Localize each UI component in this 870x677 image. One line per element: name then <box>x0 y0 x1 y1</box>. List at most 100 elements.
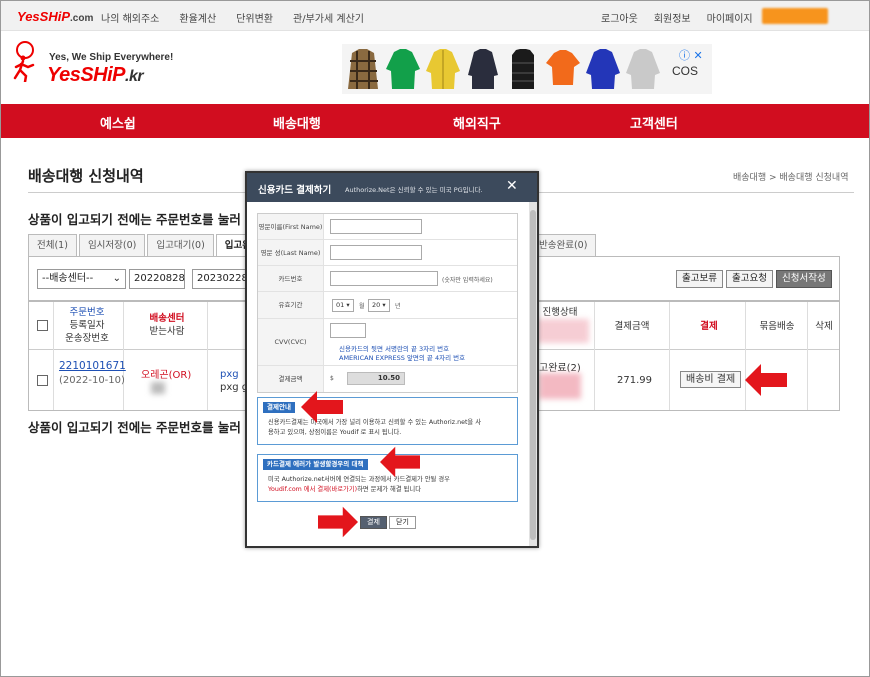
header-delete: 삭제 <box>815 321 833 332</box>
first-name-label: 영문이름(First Name) <box>258 214 324 239</box>
error-info-text-1: 미국 Authorize.net서버에 연결되는 과정에서 카드결제가 안될 경… <box>268 476 450 483</box>
status-blurred <box>537 319 589 343</box>
amount-value: 10.50 <box>347 372 405 385</box>
breadcrumb: 배송대행 > 배송대행 신청내역 <box>733 173 849 183</box>
ad-brand: COS <box>672 64 699 78</box>
center-select[interactable]: --배송센터-- ⌄ <box>37 269 126 289</box>
runner-logo-icon <box>13 41 35 82</box>
mypage-link[interactable]: 마이페이지 <box>707 10 753 25</box>
ad-blue-sweater-icon <box>586 49 620 89</box>
youdif-link[interactable]: Youdif.com 에서 결제(바로가기) <box>268 486 357 493</box>
header-date: 등록일자 <box>69 320 105 331</box>
write-application-button[interactable]: 신청서작성 <box>776 270 832 288</box>
arrow-left-icon <box>745 364 787 396</box>
top-nav-exchange[interactable]: 환율계산 <box>179 10 216 25</box>
year-select[interactable]: 20 ▾ <box>368 299 390 312</box>
request-shipment-button[interactable]: 출고요청 <box>726 270 773 288</box>
modal-scrollbar[interactable] <box>529 202 537 546</box>
top-nav-address[interactable]: 나의 해외주소 <box>101 10 159 25</box>
ad-grey-sweater-icon <box>626 49 660 89</box>
cvv-label: CVV(CVC) <box>258 319 324 365</box>
nav-direct-purchase[interactable]: 해외직구 <box>453 113 501 132</box>
currency: $ <box>330 375 334 382</box>
tab-all[interactable]: 전체(1) <box>28 234 77 256</box>
order-date: (2022-10-10) <box>59 375 125 386</box>
member-info-link[interactable]: 회원정보 <box>654 10 691 25</box>
tab-returned[interactable]: 반송완료(0) <box>530 234 597 256</box>
pay-button[interactable]: 결제 <box>360 516 387 529</box>
header-bundle: 묶음배송 <box>759 321 795 332</box>
cvv-input[interactable] <box>330 323 366 338</box>
top-nav-tax[interactable]: 관/부가세 계산기 <box>293 10 364 25</box>
row-checkbox[interactable] <box>37 375 48 386</box>
order-number-link[interactable]: 2210101671 <box>59 360 126 372</box>
top-bar: YesSHiP.com 나의 해외주소 환율계산 단위변환 관/부가세 계산기 … <box>1 1 869 31</box>
payment-info-title: 결제안내 <box>263 402 295 413</box>
last-name-label: 영문 성(Last Name) <box>258 240 324 265</box>
ad-navy-jacket-icon <box>468 49 498 89</box>
cvv-row: CVV(CVC) 신용카드의 뒷면 서명란의 끝 3자리 번호 AMERICAN… <box>258 319 517 366</box>
ad-close-icon[interactable]: ⓘ ✕ <box>679 47 703 63</box>
header-center: 배송센터 <box>149 313 185 324</box>
amount-row: 결제금액 $ 10.50 <box>258 366 517 392</box>
error-info-title: 카드결제 에러가 발생할경우의 대책 <box>263 459 368 470</box>
arrow-right-icon <box>318 506 358 538</box>
arrow-left-icon <box>301 391 343 423</box>
main-nav: 예스쉽 배송대행 해외직구 고객센터 <box>1 104 869 138</box>
first-name-row: 영문이름(First Name) <box>258 214 517 240</box>
expiry-label: 유효기간 <box>258 292 324 318</box>
card-number-input[interactable] <box>330 271 438 286</box>
user-name-badge <box>762 8 828 24</box>
status-tabs: 전체(1) 임시저장(0) 입고대기(0) 입고완료 <box>28 234 271 256</box>
top-nav: 나의 해외주소 환율계산 단위변환 관/부가세 계산기 <box>101 10 364 25</box>
row-status: 고완료(2) <box>539 363 581 374</box>
ad-green-sweater-icon <box>386 49 420 89</box>
header-tracking: 운송장번호 <box>65 333 109 344</box>
payment-form: 영문이름(First Name) 영문 성(Last Name) 카드번호 (숫… <box>257 213 518 393</box>
status-detail-blurred <box>539 373 581 399</box>
ad-banner[interactable]: ⓘ ✕ COS <box>342 44 712 94</box>
top-nav-unit[interactable]: 단위변환 <box>236 10 273 25</box>
card-payment-modal: 신용카드 결제하기 Authorize.Net은 신뢰할 수 있는 미국 PG입… <box>245 171 539 548</box>
nav-shipping-agent[interactable]: 배송대행 <box>273 113 321 132</box>
main-logo[interactable]: YesSHiP.kr <box>47 64 144 87</box>
header-order-no: 주문번호 <box>69 307 105 318</box>
payment-info-box: 결제안내 신용카드결제는 미국에서 가장 널리 이용하고 신뢰할 수 있는 Au… <box>257 397 518 445</box>
logout-link[interactable]: 로그아웃 <box>601 10 638 25</box>
first-name-input[interactable] <box>330 219 422 234</box>
ad-yellow-cardigan-icon <box>426 49 460 89</box>
date-to-input[interactable]: 20230228 <box>192 269 248 289</box>
last-name-input[interactable] <box>330 245 422 260</box>
tab-waiting[interactable]: 입고대기(0) <box>147 234 214 256</box>
row-center: 오레곤(OR) <box>141 370 192 381</box>
tagline: Yes, We Ship Everywhere! <box>49 52 174 63</box>
shipping-pay-button[interactable]: 배송비 결제 <box>680 371 742 388</box>
item-name-1[interactable]: pxg <box>220 369 239 380</box>
month-label: 월 <box>359 303 365 310</box>
chevron-down-icon: ⌄ <box>112 273 121 284</box>
recipient-blurred <box>151 382 165 394</box>
close-icon[interactable]: ✕ <box>506 178 518 194</box>
row-amount: 271.99 <box>617 375 652 386</box>
date-from-input[interactable]: 20220828 <box>129 269 185 289</box>
close-button[interactable]: 닫기 <box>389 516 416 529</box>
card-label: 카드번호 <box>258 266 324 291</box>
notice-bottom: 상품이 입고되기 전에는 주문번호를 눌러 <box>28 420 241 435</box>
nav-customer-center[interactable]: 고객센터 <box>630 113 678 132</box>
card-note: (숫자만 입력하세요) <box>442 277 493 284</box>
hold-shipment-button[interactable]: 출고보류 <box>676 270 723 288</box>
card-row: 카드번호 (숫자만 입력하세요) <box>258 266 517 292</box>
nav-yesship[interactable]: 예스쉽 <box>100 113 136 132</box>
last-name-row: 영문 성(Last Name) <box>258 240 517 266</box>
page-title: 배송대행 신청내역 <box>28 167 144 185</box>
select-all-checkbox[interactable] <box>37 320 48 331</box>
month-select[interactable]: 01 ▾ <box>332 299 354 312</box>
small-logo[interactable]: YesSHiP.com <box>17 9 93 24</box>
payment-info-text-2: 용하고 있으며, 상점이름은 Youdif 로 표시 됩니다. <box>268 429 402 436</box>
header-recipient: 받는사람 <box>149 326 185 337</box>
year-label: 년 <box>395 303 401 310</box>
error-info-text-2: 하면 문제가 해결 됩니다 <box>357 486 422 493</box>
top-links: 로그아웃 회원정보 마이페이지 <box>601 10 753 25</box>
header-pay-amount: 결제금액 <box>614 321 650 332</box>
tab-temp-saved[interactable]: 임시저장(0) <box>78 234 146 256</box>
